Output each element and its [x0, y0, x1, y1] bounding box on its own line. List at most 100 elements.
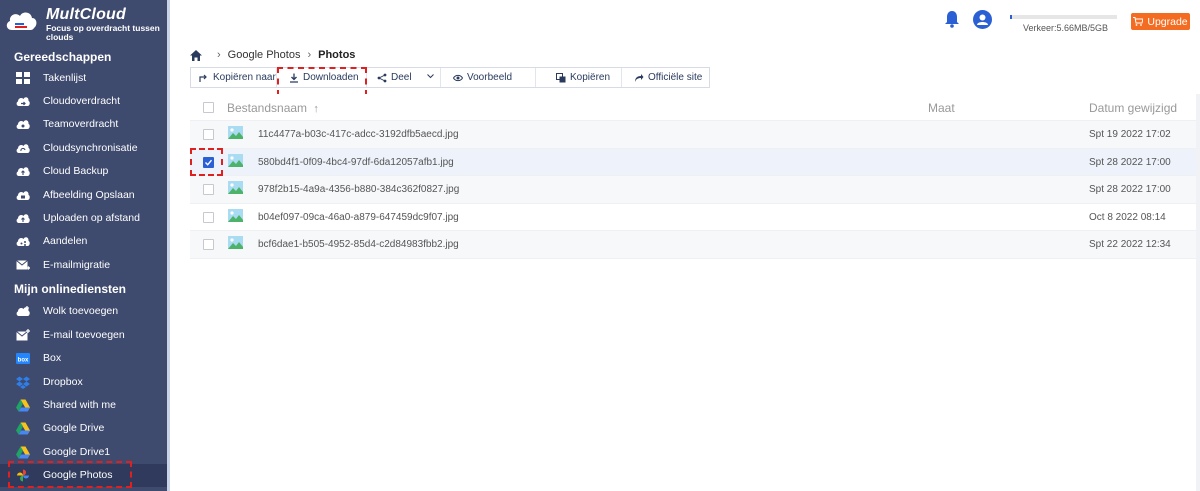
copy-to-icon: [199, 74, 207, 82]
checkbox-highlight: [190, 148, 223, 176]
table-row[interactable]: b04ef097-09ca-46a0-a879-647459dc9f07.jpg…: [190, 204, 1200, 231]
table-row[interactable]: 978f2b15-4a9a-4356-b880-384c362f0827.jpg…: [190, 176, 1200, 204]
file-rows: 11c4477a-b03c-417c-adcc-3192dfb5aecd.jpg…: [190, 121, 1200, 259]
official-site-button[interactable]: Officiële site: [622, 68, 709, 87]
traffic-quota-text: Verkeer:5.66MB/5GB: [1023, 23, 1109, 33]
table-header: Bestandsnaam ↑ Maat Datum gewijzigd: [190, 94, 1200, 121]
file-name[interactable]: 11c4477a-b03c-417c-adcc-3192dfb5aecd.jpg: [258, 129, 459, 140]
cloud-backup-icon: [16, 167, 30, 176]
dropbox-icon: [16, 376, 30, 389]
sidebar-item-wolk-toevoegen[interactable]: Wolk toevoegen: [0, 300, 167, 323]
copy-label: Kopiëren: [570, 72, 611, 83]
sidebar-item-dropbox[interactable]: Dropbox: [0, 371, 167, 394]
share-label: Deel: [391, 72, 412, 83]
topbar: Verkeer:5.66MB/5GB Upgrade: [170, 0, 1200, 42]
row-checkbox[interactable]: [203, 211, 214, 223]
sidebar-item-label: Wolk toevoegen: [43, 305, 119, 317]
sidebar-item-google-drive[interactable]: Google Drive: [0, 417, 167, 440]
google-drive-icon: [16, 422, 30, 435]
image-file-icon: [228, 236, 243, 249]
chevron-right-icon: ›: [217, 49, 221, 61]
upgrade-label: Upgrade: [1147, 15, 1188, 28]
eye-icon: [453, 74, 463, 81]
file-date: Spt 28 2022 17:00: [1089, 156, 1171, 168]
sidebar-item-label: E-mailmigratie: [43, 259, 111, 271]
email-migration-icon: [16, 260, 30, 270]
sidebar-item-cloud-backup[interactable]: Cloud Backup: [0, 160, 167, 183]
copy-to-button[interactable]: Kopiëren naar: [191, 68, 277, 87]
image-file-icon: [228, 181, 243, 194]
select-all-checkbox[interactable]: [203, 102, 214, 113]
google-photos-highlight: [8, 461, 132, 488]
sidebar-item-cloudoverdracht[interactable]: Cloudoverdracht: [0, 90, 167, 113]
svg-text:box: box: [18, 358, 29, 364]
file-date: Spt 22 2022 12:34: [1089, 239, 1171, 250]
sidebar-item-label: Box: [43, 352, 62, 364]
column-header-name[interactable]: Bestandsnaam ↑: [227, 101, 319, 115]
download-highlight: [277, 67, 367, 96]
sidebar-item-label: Aandelen: [43, 235, 88, 247]
sidebar-item-e-mail-toevoegen[interactable]: E-mail toevoegen: [0, 324, 167, 347]
sidebar-item-cloudsynchronisatie[interactable]: Cloudsynchronisatie: [0, 137, 167, 160]
image-file-icon: [228, 208, 243, 222]
sidebar-item-label: Google Drive: [43, 422, 105, 434]
cart-icon: [1133, 17, 1144, 26]
tools-heading: Gereedschappen: [14, 50, 112, 64]
sidebar-item-box[interactable]: box Box: [0, 347, 167, 370]
sidebar-item-takenlijst[interactable]: Takenlijst: [0, 67, 167, 90]
app-tagline: Focus op overdracht tussen clouds: [46, 23, 160, 42]
box-icon: box: [16, 353, 30, 364]
upgrade-button[interactable]: Upgrade: [1131, 13, 1190, 30]
sidebar-scrollbar[interactable]: [167, 0, 170, 491]
team-transfer-icon: [16, 120, 30, 129]
copy-icon: [556, 72, 566, 82]
column-header-date[interactable]: Datum gewijzigd: [1089, 101, 1177, 115]
chevron-down-icon[interactable]: [427, 74, 434, 79]
share-icon: [377, 73, 387, 82]
sidebar-item-label: Afbeelding Opslaan: [43, 189, 135, 201]
file-name[interactable]: bcf6dae1-b505-4952-85d4-c2d84983fbb2.jpg: [258, 239, 459, 250]
home-icon[interactable]: [190, 49, 202, 61]
column-name-label: Bestandsnaam: [227, 101, 308, 115]
add-email-icon: [16, 329, 30, 341]
table-row[interactable]: bcf6dae1-b505-4952-85d4-c2d84983fbb2.jpg…: [190, 231, 1200, 259]
table-row[interactable]: 11c4477a-b03c-417c-adcc-3192dfb5aecd.jpg…: [190, 121, 1200, 149]
breadcrumb: › Google Photos › Photos: [190, 48, 355, 62]
breadcrumb-root[interactable]: Google Photos: [228, 49, 301, 61]
sidebar-item-label: Google Drive1: [43, 446, 111, 458]
bell-icon[interactable]: [944, 10, 960, 28]
copy-button[interactable]: Kopiëren: [536, 68, 622, 87]
avatar[interactable]: [973, 10, 992, 29]
sidebar-item-teamoverdracht[interactable]: Teamoverdracht: [0, 113, 167, 136]
sidebar-item-uploaden-op-afstand[interactable]: Uploaden op afstand: [0, 207, 167, 230]
share-button[interactable]: Deel: [367, 68, 441, 87]
row-checkbox[interactable]: [203, 239, 214, 250]
file-table: Bestandsnaam ↑ Maat Datum gewijzigd 11c4…: [190, 94, 1200, 259]
row-checkbox[interactable]: [203, 129, 214, 140]
file-name[interactable]: 978f2b15-4a9a-4356-b880-384c362f0827.jpg: [258, 184, 459, 195]
column-header-size[interactable]: Maat: [928, 101, 955, 115]
image-save-icon: [16, 191, 30, 200]
breadcrumb-current: Photos: [318, 49, 356, 61]
cloud-logo-icon: [6, 12, 37, 30]
add-cloud-icon: [16, 306, 30, 316]
cloud-transfer-icon: [16, 97, 30, 106]
google-drive-icon: [16, 399, 30, 412]
sidebar-item-afbeelding-opslaan[interactable]: Afbeelding Opslaan: [0, 184, 167, 207]
sidebar-item-label: Cloudoverdracht: [43, 95, 121, 107]
sidebar-item-label: Cloud Backup: [43, 165, 109, 177]
file-name[interactable]: 580bd4f1-0f09-4bc4-97df-6da12057afb1.jpg: [258, 157, 454, 168]
file-name[interactable]: b04ef097-09ca-46a0-a879-647459dc9f07.jpg: [258, 212, 459, 223]
main-scrollbar[interactable]: [1196, 94, 1200, 491]
sidebar-item-aandelen[interactable]: Aandelen: [0, 230, 167, 253]
file-date: Spt 19 2022 17:02: [1089, 129, 1171, 140]
table-row[interactable]: 580bd4f1-0f09-4bc4-97df-6da12057afb1.jpg…: [190, 148, 1200, 176]
row-checkbox[interactable]: [203, 184, 214, 195]
sidebar-item-e-mailmigratie[interactable]: E-mailmigratie: [0, 254, 167, 277]
logo[interactable]: MultCloud Focus op overdracht tussen clo…: [0, 0, 167, 46]
file-toolbar: Kopiëren naar Downloaden Deel Voorbeeld …: [190, 67, 710, 88]
file-date: Oct 8 2022 08:14: [1089, 211, 1166, 223]
preview-button[interactable]: Voorbeeld: [441, 68, 536, 87]
sidebar-item-shared-with-me[interactable]: Shared with me: [0, 394, 167, 417]
sidebar: MultCloud Focus op overdracht tussen clo…: [0, 0, 167, 491]
